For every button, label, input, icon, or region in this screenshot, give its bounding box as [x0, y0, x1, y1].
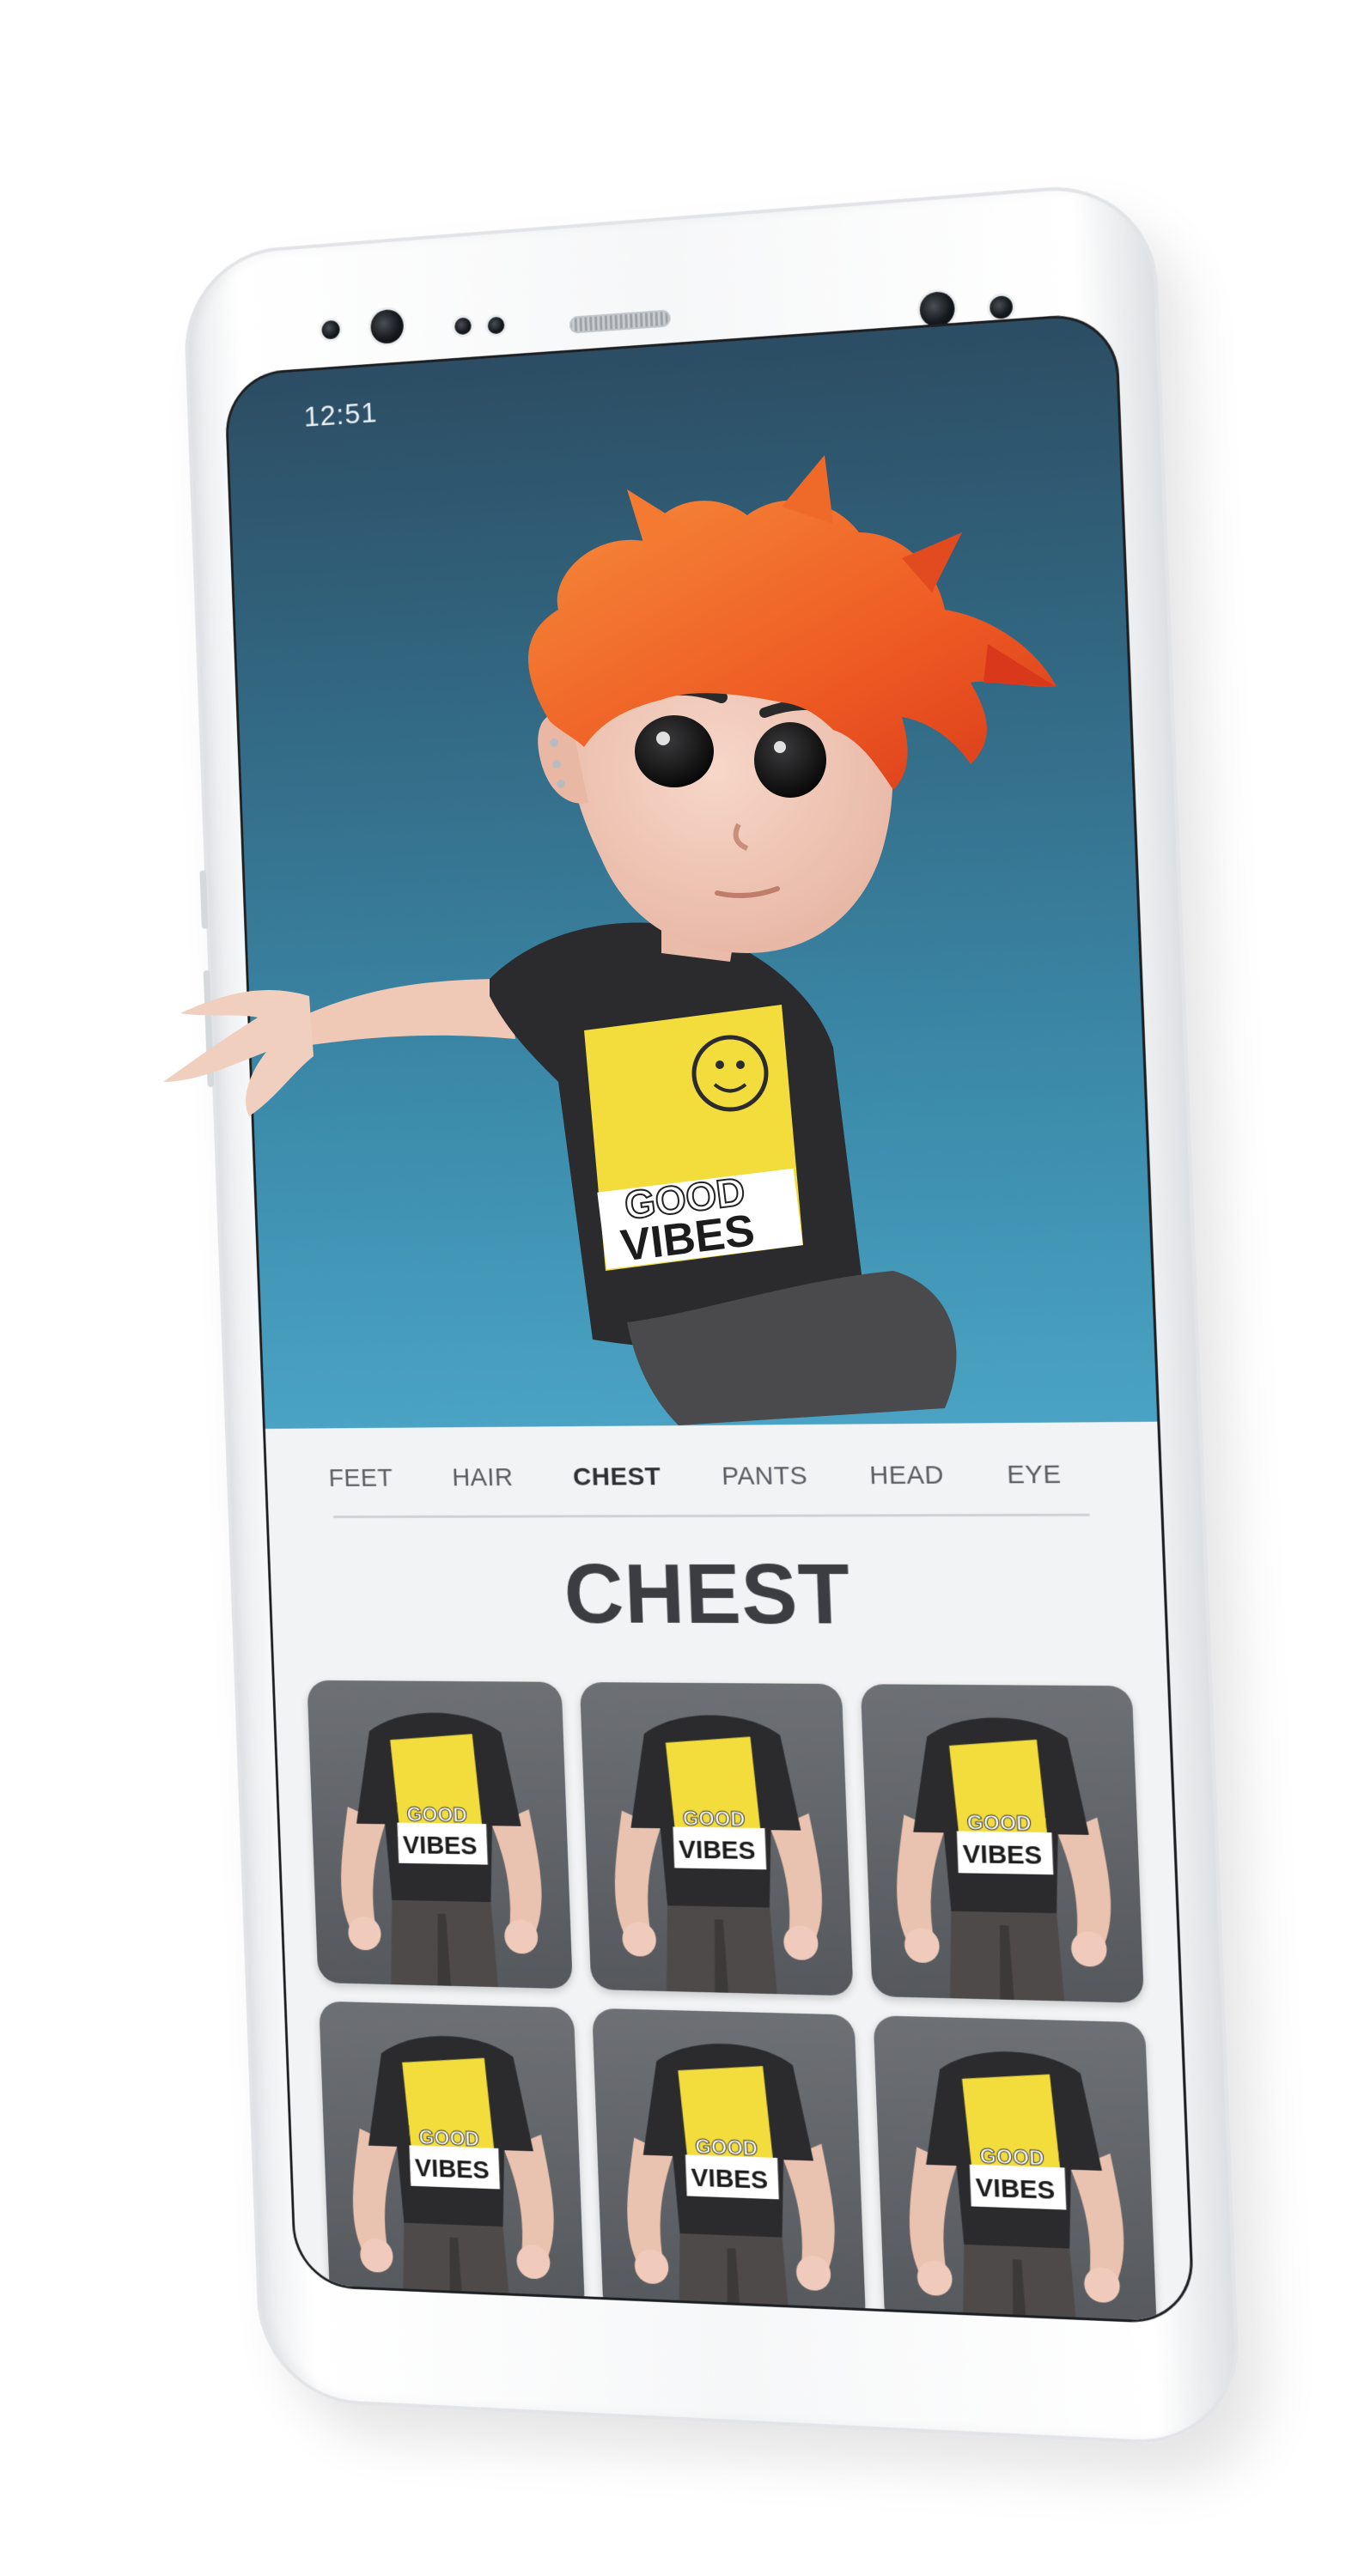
chest-item-card[interactable]: GOOD VIBES [319, 2001, 585, 2316]
tab-hair[interactable]: HAIR [422, 1452, 545, 1504]
item-print-bottom: VIBES [678, 1835, 755, 1865]
item-thumbnail: GOOD VIBES [612, 1714, 824, 1995]
chest-item-card[interactable]: GOOD VIBES [873, 2015, 1158, 2323]
item-print-top: GOOD [418, 2126, 479, 2151]
tab-head[interactable]: HEAD [837, 1449, 977, 1503]
item-print-top: GOOD [406, 1803, 467, 1826]
item-print-bottom: VIBES [691, 2163, 769, 2195]
item-print-bottom: VIBES [963, 1839, 1043, 1870]
item-thumbnail: GOOD VIBES [906, 2049, 1126, 2323]
item-thumbnail: GOOD VIBES [350, 2033, 556, 2312]
sensor-icon [454, 317, 472, 336]
front-camera-icon [369, 308, 405, 345]
item-print-bottom: VIBES [976, 2173, 1056, 2206]
chest-item-card[interactable]: GOOD VIBES [579, 1681, 854, 1996]
tab-pants[interactable]: PANTS [691, 1450, 840, 1503]
item-print-top: GOOD [980, 2144, 1045, 2170]
chest-item-card[interactable]: GOOD VIBES [861, 1684, 1145, 2003]
category-tabs: FEET HAIR CHEST PANTS HEAD EYE [298, 1439, 1160, 1512]
avatar-preview: 12:51 [226, 313, 1158, 1429]
item-print-bottom: VIBES [403, 1831, 478, 1861]
tab-chest[interactable]: CHEST [542, 1451, 692, 1504]
chest-item-card[interactable]: GOOD VIBES [591, 2008, 867, 2323]
item-print-bottom: VIBES [415, 2154, 490, 2184]
mockup-stage: 12:51 FEET HAIR CHEST PANTS HEAD EYE CHE… [0, 0, 1364, 2576]
customizer-panel: FEET HAIR CHEST PANTS HEAD EYE CHEST GOO… [265, 1421, 1193, 2323]
earpiece-speaker [569, 309, 671, 334]
phone-screen: 12:51 FEET HAIR CHEST PANTS HEAD EYE CHE… [226, 313, 1193, 2323]
tab-eye[interactable]: EYE [974, 1449, 1093, 1502]
tab-divider [333, 1513, 1090, 1519]
sensor-icon [321, 319, 340, 340]
sensor-icon [487, 316, 505, 335]
item-print-top: GOOD [695, 2135, 758, 2160]
item-thumbnail: GOOD VIBES [624, 2041, 837, 2323]
item-grid: GOOD VIBES GOOD VIBES GOOD VIBES GOOD VI… [307, 1680, 1158, 2323]
chest-item-card[interactable]: GOOD VIBES [307, 1680, 573, 1990]
item-print-top: GOOD [682, 1807, 746, 1831]
item-print-top: GOOD [967, 1811, 1032, 1835]
phone-device: 12:51 FEET HAIR CHEST PANTS HEAD EYE CHE… [181, 179, 1243, 2449]
item-thumbnail: GOOD VIBES [893, 1716, 1113, 2002]
status-time: 12:51 [303, 396, 378, 434]
tab-feet[interactable]: FEET [299, 1453, 423, 1504]
item-thumbnail: GOOD VIBES [338, 1711, 544, 1988]
section-title: CHEST [562, 1546, 853, 1642]
